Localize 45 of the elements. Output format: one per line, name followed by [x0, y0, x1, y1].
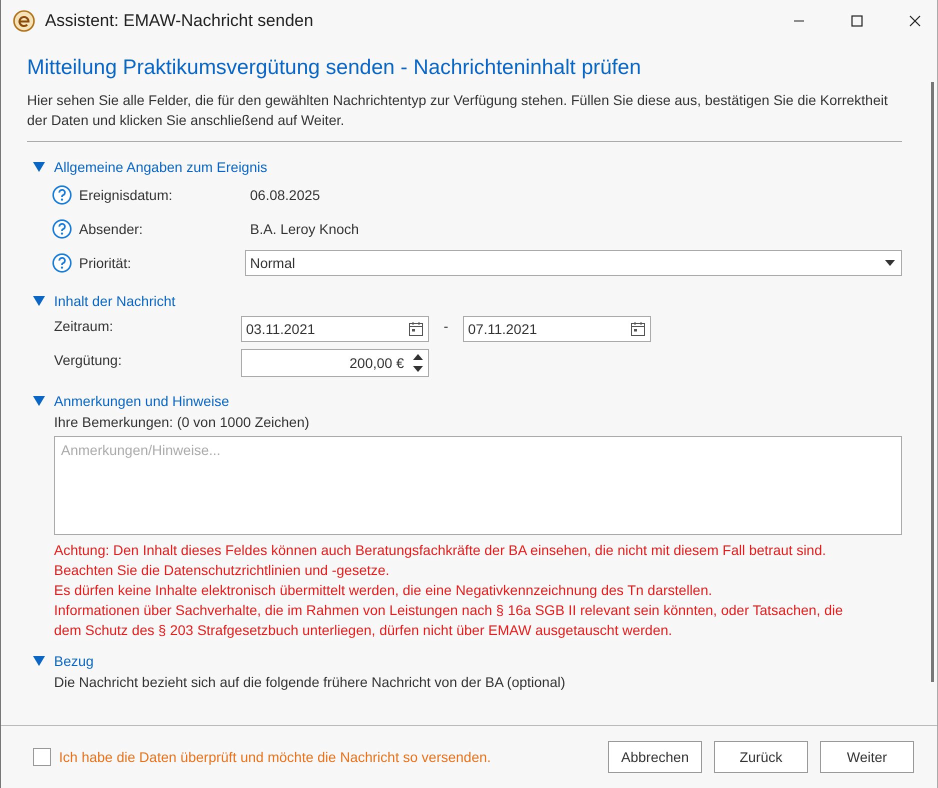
warning-text: Beachten Sie die Datenschutzrichtlinien und -gesetze.: [54, 561, 390, 580]
confirm-checkbox[interactable]: [33, 748, 51, 766]
close-icon[interactable]: [909, 15, 921, 27]
description-text: Hier sehen Sie alle Felder, die für den gewählten Nachrichtentyp zur Verfügung stehen. Füllen Sie diese aus, bestätigen Sie die Korrektheit der Daten und klicken Sie anschließend auf Weiter.: [27, 91, 889, 130]
help-icon[interactable]: [52, 185, 72, 205]
field-value: B.A. Leroy Knoch: [249, 221, 359, 237]
date-field[interactable]: 07.11.2021: [463, 316, 651, 342]
field-label: Ereignisdatum:: [79, 187, 174, 203]
page-heading: Mitteilung Praktikumsvergütung senden - Nachrichteninhalt prüfen: [27, 56, 642, 80]
dialog-button[interactable]: Zurück: [714, 741, 808, 773]
window-title: Assistent: EMAW-Nachricht senden: [45, 11, 314, 31]
field-label: Priorität:: [79, 255, 132, 271]
field-label: Absender:: [79, 221, 144, 237]
range-separator: -: [442, 318, 450, 334]
calendar-icon[interactable]: [630, 321, 646, 337]
calendar-icon[interactable]: [408, 321, 424, 337]
section-title[interactable]: Bezug: [54, 653, 94, 669]
section-title[interactable]: Inhalt der Nachricht: [54, 293, 176, 309]
priority-dropdown[interactable]: Normal: [245, 250, 902, 276]
warning-text: Es dürfen keine Inhalte elektronisch übermittelt werden, die eine Negativkennzeichnung des Tn darstellen.: [54, 581, 714, 600]
warning-text: Achtung: Den Inhalt dieses Feldes können auch Beratungsfachkräfte der BA einsehen, die nicht mit diesem Fall betraut sind.: [54, 541, 828, 560]
field-label: Vergütung:: [54, 352, 123, 368]
collapse-icon[interactable]: [33, 162, 45, 172]
field-value: 06.08.2025: [249, 187, 320, 203]
reference-text: Die Nachricht bezieht sich auf die folgende frühere Nachricht von der BA (optional): [53, 674, 566, 690]
help-icon[interactable]: [52, 253, 72, 273]
dialog-button[interactable]: Weiter: [820, 741, 914, 773]
remarks-field[interactable]: Anmerkungen/Hinweise...: [54, 436, 902, 535]
amount-field[interactable]: 200,00 €: [241, 349, 429, 377]
date-field[interactable]: 03.11.2021: [241, 316, 429, 342]
collapse-icon[interactable]: [33, 656, 45, 666]
scrollbar-thumb[interactable]: [931, 82, 934, 682]
section-title[interactable]: Allgemeine Angaben zum Ereignis: [54, 159, 268, 175]
collapse-icon[interactable]: [33, 396, 45, 406]
help-icon[interactable]: [52, 219, 72, 239]
dialog-button[interactable]: Abbrechen: [608, 741, 702, 773]
remarks-label: Ihre Bemerkungen: (0 von 1000 Zeichen): [54, 414, 310, 430]
logo-icon: [13, 10, 35, 32]
maximize-icon[interactable]: [851, 15, 863, 27]
spinner-icon[interactable]: [412, 352, 424, 374]
collapse-icon[interactable]: [33, 296, 45, 306]
section-title[interactable]: Anmerkungen und Hinweise: [54, 393, 230, 409]
caret-icon: [885, 260, 895, 266]
warning-text: Informationen über Sachverhalte, die im Rahmen von Leistungen nach § 16a SGB II relevant sein könnten, oder Tatsachen, die dem Schutz des § 203 Strafgesetzbuch unterliegen, dürfen nicht über EMAW ausgetauscht werden.: [54, 601, 844, 640]
field-label: Zeitraum:: [54, 318, 114, 334]
